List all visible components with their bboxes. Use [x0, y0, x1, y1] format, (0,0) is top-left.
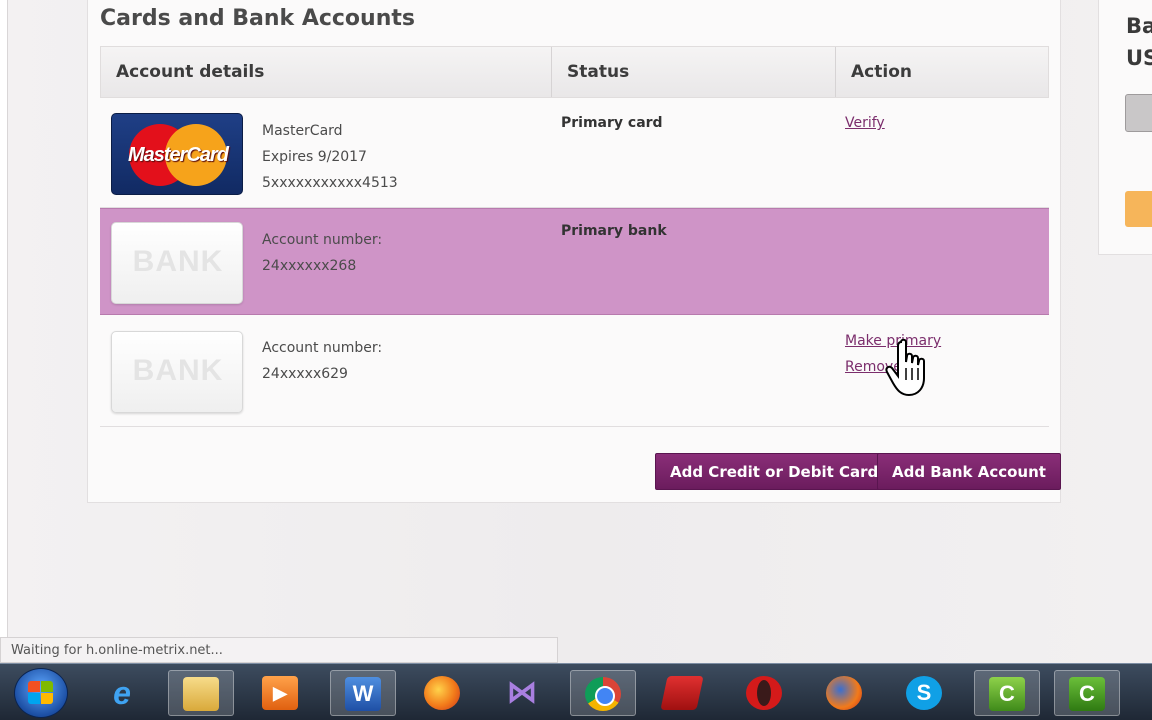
- file-explorer-icon[interactable]: [168, 670, 234, 716]
- card-number: 5xxxxxxxxxxx4513: [262, 175, 398, 191]
- table-header: Account details Status Action: [100, 46, 1049, 98]
- firefox-icon[interactable]: [410, 670, 476, 716]
- bank-logo-text: BANK: [132, 245, 224, 278]
- word-icon[interactable]: W: [330, 670, 396, 716]
- column-divider: [551, 47, 552, 97]
- card-brand: MasterCard: [262, 123, 343, 139]
- bank-details: Account number: 24xxxxx629: [262, 335, 382, 387]
- media-player-icon[interactable]: ▶: [248, 670, 314, 716]
- right-side-panel: Ba US: [1098, 0, 1152, 255]
- internet-explorer-icon[interactable]: e: [90, 670, 156, 716]
- cards-bank-accounts-panel: Cards and Bank Accounts Account details …: [87, 0, 1061, 503]
- table-row-mastercard: MasterCard MasterCard Expires 9/2017 5xx…: [100, 98, 1049, 208]
- account-number-label: Account number:: [262, 340, 383, 356]
- right-panel-grey-button[interactable]: [1125, 94, 1152, 132]
- firefox-alt-icon[interactable]: [812, 670, 878, 716]
- right-panel-currency: US: [1126, 46, 1152, 70]
- opera-icon[interactable]: [732, 670, 798, 716]
- account-number: 24xxxxxx268: [262, 258, 357, 274]
- mastercard-logo: MasterCard: [111, 113, 243, 195]
- column-header-action: Action: [851, 62, 912, 82]
- skype-icon[interactable]: S: [892, 670, 958, 716]
- card-expiry: Expires 9/2017: [262, 149, 367, 165]
- add-credit-debit-card-button[interactable]: Add Credit or Debit Card: [655, 453, 894, 490]
- windows-taskbar: e ▶ W ⋈ S C C: [0, 663, 1152, 720]
- camtasia-icon[interactable]: C: [974, 670, 1040, 716]
- status-badge: Primary bank: [561, 223, 667, 239]
- row-actions: Verify: [845, 110, 885, 136]
- status-badge: Primary card: [561, 115, 663, 131]
- hand-pointer-cursor-icon: [885, 338, 925, 397]
- bank-logo: BANK: [111, 331, 243, 413]
- bank-logo: BANK: [111, 222, 243, 304]
- column-header-status: Status: [567, 62, 630, 82]
- chrome-icon[interactable]: [570, 670, 636, 716]
- table-row-primary-bank[interactable]: BANK Account number: 24xxxxxx268 Primary…: [100, 208, 1049, 315]
- column-header-details: Account details: [116, 62, 265, 82]
- camtasia-recorder-icon[interactable]: C: [1054, 670, 1120, 716]
- bank-logo-text: BANK: [132, 354, 224, 387]
- column-divider: [835, 47, 836, 97]
- browser-page: Cards and Bank Accounts Account details …: [0, 0, 1152, 720]
- windows-start-icon[interactable]: [14, 668, 68, 718]
- left-scroll-edge: [0, 0, 8, 665]
- right-panel-heading: Ba: [1126, 14, 1152, 38]
- page-title: Cards and Bank Accounts: [100, 6, 415, 31]
- mastercard-logo-text: MasterCard: [127, 144, 229, 166]
- right-panel-orange-button[interactable]: [1125, 191, 1152, 227]
- bank-details: Account number: 24xxxxxx268: [262, 227, 382, 279]
- book-icon[interactable]: [650, 670, 716, 716]
- verify-link[interactable]: Verify: [845, 110, 885, 136]
- browser-status-bar: Waiting for h.online-metrix.net...: [0, 637, 558, 663]
- account-number-label: Account number:: [262, 232, 383, 248]
- visual-studio-icon[interactable]: ⋈: [490, 670, 556, 716]
- add-bank-account-button[interactable]: Add Bank Account: [877, 453, 1061, 490]
- account-number: 24xxxxx629: [262, 366, 348, 382]
- card-details: MasterCard Expires 9/2017 5xxxxxxxxxxx45…: [262, 118, 398, 196]
